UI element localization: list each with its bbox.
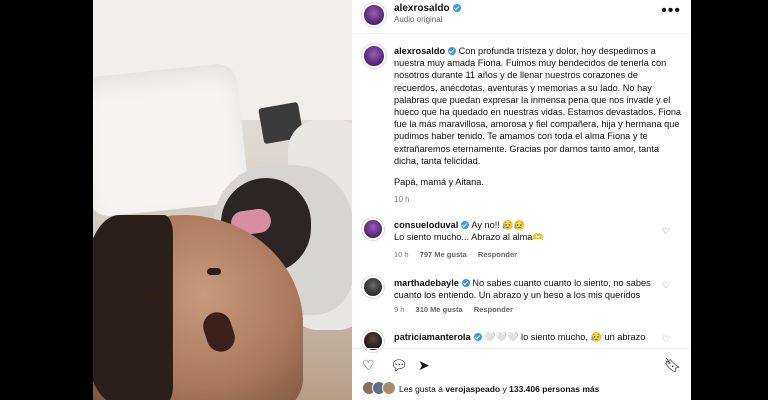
caption-time: 10 h [394,195,410,204]
reply-button[interactable]: Responder [478,250,517,259]
right-backdrop [691,0,768,400]
post-actions: ♡ 💬︎ ➤ 🔖︎ [352,348,691,378]
verified-badge-icon [473,333,482,341]
comment-icon[interactable]: 💬︎ [390,357,408,374]
post-photo[interactable] [93,0,352,400]
bookmark-icon[interactable]: 🔖︎ [664,357,682,374]
comment-username[interactable]: patriciamanterola [394,332,471,342]
comment-heart-icon[interactable]: ♡ [662,280,670,291]
likes-count[interactable]: 133.406 personas más [509,384,599,394]
caption-avatar[interactable] [362,44,386,68]
author-avatar[interactable] [362,3,386,27]
post-media[interactable] [0,0,352,400]
comment-time: 9 h [394,305,405,314]
verified-badge-icon [452,4,461,12]
post-header: alexrosaldo Audio original ••• [352,0,691,34]
comment-username[interactable]: marthadebayle [394,278,459,288]
comment-likes[interactable]: 797 Me gusta [420,250,467,259]
author-username[interactable]: alexrosaldo [394,3,450,14]
share-icon[interactable]: ➤ [418,357,430,374]
reply-button[interactable]: Responder [474,305,513,314]
comment-username[interactable]: consueloduval [394,220,458,230]
comment-heart-icon[interactable]: ♡ [662,334,670,345]
comment-text: 🤍🤍🤍 lo siento mucho, 😥 un abrazo [484,332,646,342]
comment-time: 10 h [394,250,409,259]
verified-badge-icon [461,279,470,287]
liker-avatar [382,381,396,395]
comment-text-line2: Lo siento mucho... Abrazo al alma🫶 [394,232,544,243]
comment-likes[interactable]: 310 Me gusta [416,305,463,314]
comment-text: Ay no!! 😥😥 [471,220,526,230]
liker-username[interactable]: verojaspeado [445,384,500,394]
post-details-panel: alexrosaldo Audio original ••• alexrosal… [352,0,691,400]
comment-avatar[interactable] [362,276,384,298]
heart-icon[interactable]: ♡ [362,357,375,374]
caption-signoff: Papá, mamá y Aitana. [394,177,484,187]
verified-badge-icon [461,221,470,229]
more-options-icon[interactable]: ••• [661,2,681,20]
comment-heart-icon[interactable]: ♡ [662,226,670,237]
caption-text: Con profunda tristeza y dolor, hoy despe… [394,46,682,166]
verified-badge-icon [448,47,457,55]
comment-avatar[interactable] [362,218,384,240]
caption-username[interactable]: alexrosaldo [394,46,445,56]
likes-summary: Les gusta a verojaspeado y 133.406 perso… [352,378,691,400]
audio-label[interactable]: Audio original [394,15,442,24]
